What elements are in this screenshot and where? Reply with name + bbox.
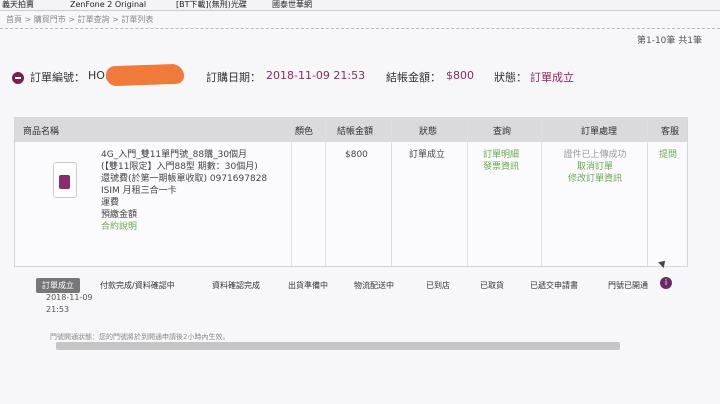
step-item: 已取貨: [480, 281, 504, 290]
product-line: (【雙11限定】入門88型 期數：30個月): [101, 162, 258, 172]
status-label: 狀態：: [494, 71, 527, 84]
invoice-link[interactable]: 發票資訊: [483, 161, 519, 173]
upload-status: 證件已上傳成功: [563, 150, 627, 160]
redaction-mark: [105, 63, 185, 87]
bookmark-item[interactable]: 國泰世華網: [272, 0, 312, 10]
product-line: ISIM 月租三合一卡: [101, 186, 177, 196]
step-item: 出貨準備中: [288, 281, 328, 290]
cancel-order-link[interactable]: 取消訂單: [559, 161, 631, 173]
column-divider: [467, 118, 468, 266]
step-item: 付款完成/資料確認中: [100, 281, 175, 290]
order-progress-steps: 訂單成立 付款完成/資料確認中 資料確認完成 出貨準備中 物流配送中 已到店 已…: [36, 277, 692, 293]
header-product: 商品名稱: [23, 127, 60, 137]
header-query: 查詢: [493, 127, 512, 137]
order-number-label: 訂單編號：: [30, 71, 85, 84]
header-process: 訂單處理: [581, 127, 618, 137]
activation-note: 門號開通狀態：您的門號將於到開通申請後2小時內生效。: [50, 333, 230, 341]
sim-chip-icon: [59, 175, 70, 189]
step-item: 已到店: [426, 281, 450, 290]
step-time: 21:53: [46, 305, 70, 314]
bookmarks-bar: 義天拍賣 ZenFone 2 Original [BT下載](無刑)光碟 國泰世…: [0, 0, 720, 11]
step-item: 門號已開通: [608, 281, 648, 290]
process-actions: 證件已上傳成功 取消訂單 修改訂單資訊: [559, 149, 631, 185]
bookmark-item[interactable]: ZenFone 2 Original: [70, 0, 146, 10]
column-divider: [541, 118, 542, 266]
header-service: 客服: [661, 127, 680, 137]
header-amount: 結帳金額: [337, 127, 374, 137]
order-date-value: 2018-11-09 21:53: [266, 69, 366, 82]
order-detail-link[interactable]: 訂單明細: [483, 149, 519, 161]
amount-value: $800: [446, 69, 474, 82]
order-list-page: 首頁 > 購買門市 > 訂單查詢 > 訂單列表 第1-10筆 共1筆 訂單編號：…: [0, 11, 720, 404]
order-detail-table: 商品名稱 顏色 結帳金額 狀態 查詢 訂單處理 客服 4G_入門_雙11單門號_…: [14, 117, 688, 267]
column-divider: [647, 118, 648, 266]
step-item: 已遞交申請書: [530, 281, 578, 290]
step-date: 2018-11-09: [46, 293, 93, 302]
contract-link[interactable]: 合約說明: [101, 221, 267, 233]
header-status: 狀態: [419, 127, 438, 137]
order-date-label: 訂購日期：: [206, 71, 261, 84]
scrollbar-thumb[interactable]: [56, 342, 620, 350]
divider: [0, 28, 720, 29]
amount-label: 結帳金額：: [386, 71, 441, 84]
status-value: 訂單成立: [530, 71, 574, 84]
product-line: 4G_入門_雙11單門號_88購_30個月: [101, 150, 248, 160]
ask-question-link[interactable]: 提問: [659, 149, 677, 161]
column-divider: [391, 118, 392, 266]
product-description: 4G_入門_雙11單門號_88購_30個月 (【雙11限定】入門88型 期數：3…: [101, 149, 267, 233]
bookmark-item[interactable]: 義天拍賣: [2, 0, 34, 10]
info-icon[interactable]: i: [660, 277, 672, 289]
header-color: 顏色: [295, 127, 314, 137]
product-line: 還號費(於第一期帳單收取) 0971697828: [101, 174, 268, 184]
breadcrumb[interactable]: 首頁 > 購買門市 > 訂單查詢 > 訂單列表: [6, 14, 153, 25]
query-links: 訂單明細 發票資訊: [483, 149, 519, 173]
step-item: 資料確認完成: [212, 281, 260, 290]
step-item: 訂單成立: [36, 278, 80, 293]
column-divider: [291, 118, 292, 266]
amount-cell: $800: [345, 150, 368, 160]
sim-card-image: [53, 162, 77, 198]
product-line: 運費: [101, 198, 120, 208]
bookmark-item[interactable]: [BT下載](無刑)光碟: [176, 0, 247, 10]
table-header: 商品名稱 顏色 結帳金額 狀態 查詢 訂單處理 客服: [15, 118, 687, 142]
order-summary-bar: 訂單編號： HO…54 訂購日期： 2018-11-09 21:53 結帳金額：…: [10, 63, 700, 93]
edit-order-link[interactable]: 修改訂單資訊: [559, 173, 631, 185]
step-item: 物流配送中: [354, 281, 394, 290]
collapse-icon[interactable]: [12, 72, 24, 84]
pagination: 第1-10筆 共1筆: [636, 36, 702, 46]
column-divider: [325, 118, 326, 266]
product-line: 預繳金額: [101, 210, 138, 220]
status-cell: 訂單成立: [409, 150, 446, 160]
